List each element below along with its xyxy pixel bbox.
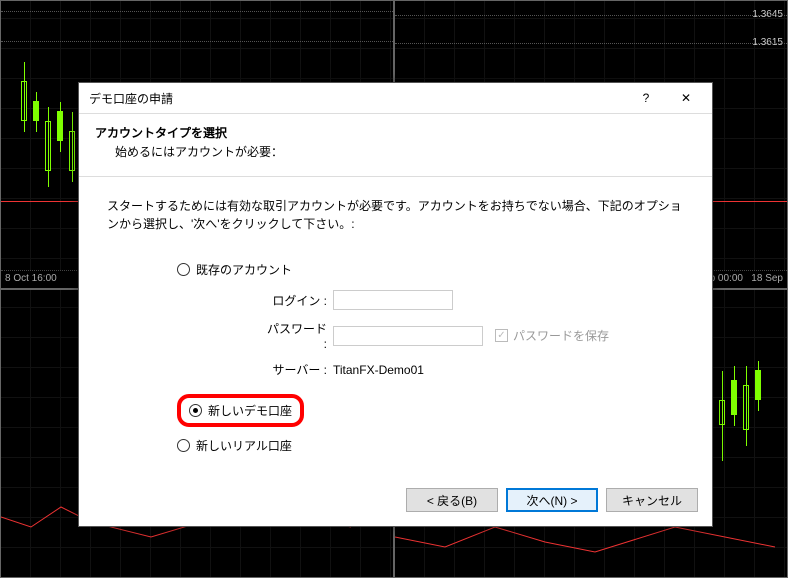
save-password-label: パスワードを保存 — [513, 327, 609, 344]
close-button[interactable]: ✕ — [666, 85, 706, 111]
dialog-heading: アカウントタイプを選択 — [95, 124, 696, 141]
help-icon: ? — [643, 91, 650, 105]
radio-new-real-account[interactable]: 新しいリアル口座 — [177, 437, 684, 454]
dialog-title: デモ口座の申請 — [89, 90, 626, 107]
highlight-annotation: 新しいデモ口座 — [177, 394, 304, 427]
save-password-checkbox[interactable]: ✓ パスワードを保存 — [495, 327, 609, 344]
instructions-text: スタートするためには有効な取引アカウントが必要です。アカウントをお持ちでない場合… — [107, 197, 684, 233]
close-icon: ✕ — [681, 91, 691, 105]
radio-icon — [177, 439, 190, 452]
time-label: p 00:00 — [710, 273, 743, 284]
time-label: 8 Oct 16:00 — [5, 273, 57, 284]
cancel-button[interactable]: キャンセル — [606, 488, 698, 512]
radio-label: 既存のアカウント — [196, 261, 292, 278]
radio-label: 新しいリアル口座 — [196, 437, 292, 454]
checkbox-icon: ✓ — [495, 329, 508, 342]
login-input[interactable] — [333, 290, 453, 310]
dialog-subheading: 始めるにはアカウントが必要： — [115, 143, 696, 160]
radio-existing-account[interactable]: 既存のアカウント — [177, 261, 684, 278]
server-label: サーバー : — [263, 361, 333, 378]
login-row: ログイン : — [263, 290, 684, 310]
dialog-titlebar: デモ口座の申請 ? ✕ — [79, 83, 712, 113]
demo-account-dialog: デモ口座の申請 ? ✕ アカウントタイプを選択 始めるにはアカウントが必要： ス… — [78, 82, 713, 527]
radio-icon-checked — [189, 404, 202, 417]
next-button[interactable]: 次へ(N) > — [506, 488, 598, 512]
server-row: サーバー : TitanFX-Demo01 — [263, 361, 684, 378]
wizard-button-area: < 戻る(B) 次へ(N) > キャンセル — [406, 488, 698, 512]
help-button[interactable]: ? — [626, 85, 666, 111]
dialog-heading-area: アカウントタイプを選択 始めるにはアカウントが必要： — [79, 114, 712, 168]
radio-new-demo-account-wrapper: 新しいデモ口座 — [177, 394, 684, 427]
login-label: ログイン : — [263, 292, 333, 309]
password-label: パスワード : — [263, 320, 333, 351]
server-value: TitanFX-Demo01 — [333, 363, 424, 377]
time-label: 18 Sep — [751, 273, 783, 284]
back-button[interactable]: < 戻る(B) — [406, 488, 498, 512]
password-row: パスワード : ✓ パスワードを保存 — [263, 320, 684, 351]
radio-icon — [177, 263, 190, 276]
password-input[interactable] — [333, 326, 483, 346]
radio-label[interactable]: 新しいデモ口座 — [208, 402, 292, 419]
